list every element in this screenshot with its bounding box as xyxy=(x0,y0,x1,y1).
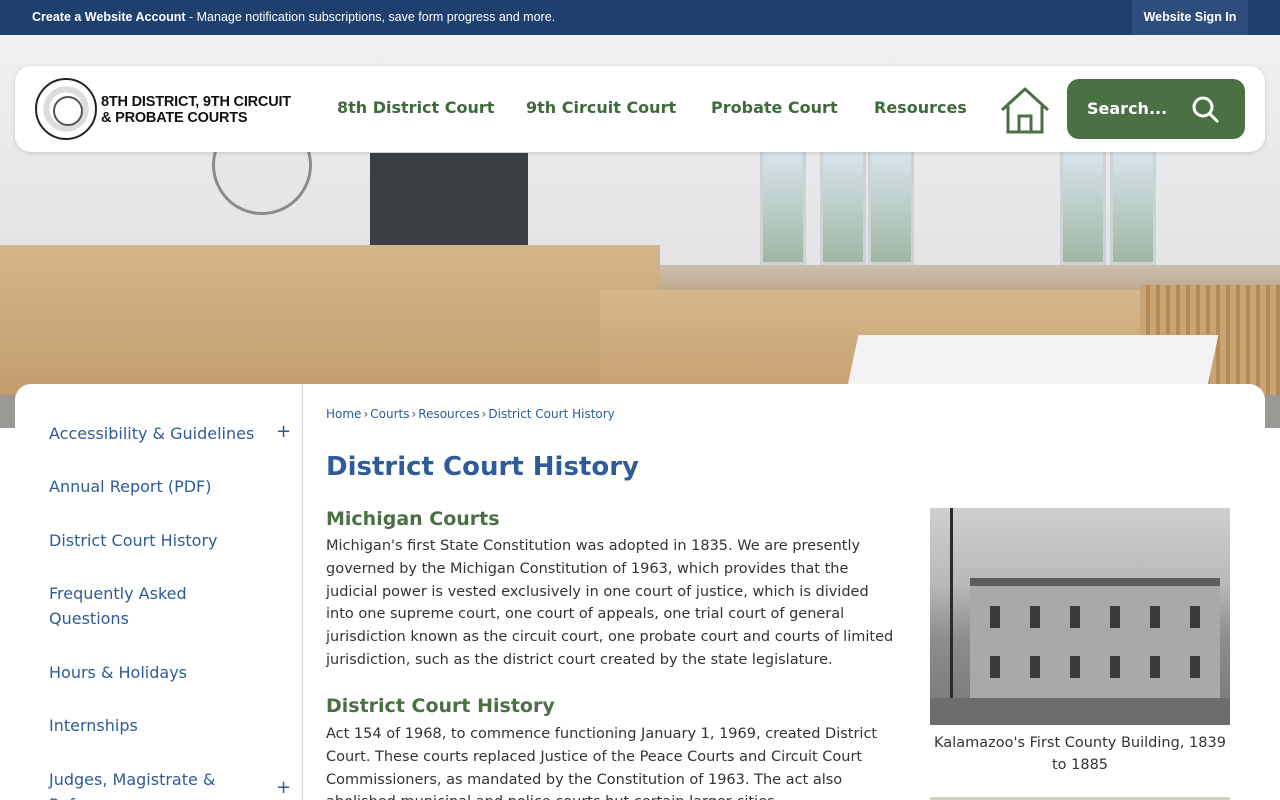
hero-window xyxy=(868,145,914,265)
first-county-building-photo xyxy=(930,508,1230,725)
create-account-description: - Manage notification subscriptions, sav… xyxy=(185,10,556,24)
top-notification-bar: Create a Website Account - Manage notifi… xyxy=(0,0,1280,35)
hero-window xyxy=(1060,145,1106,265)
search-label: Search... xyxy=(1087,99,1168,118)
breadcrumb-home[interactable]: Home xyxy=(326,407,361,421)
photo-window xyxy=(1070,656,1080,678)
sidebar-item-annual-report[interactable]: Annual Report (PDF) xyxy=(49,474,259,499)
search-icon xyxy=(1192,96,1219,123)
site-header: 8TH DISTRICT, 9TH CIRCUIT & PROBATE COUR… xyxy=(15,66,1265,152)
expand-judges-icon[interactable]: + xyxy=(276,777,291,798)
hero-window xyxy=(820,145,866,265)
home-icon[interactable] xyxy=(999,86,1051,134)
breadcrumb-resources[interactable]: Resources xyxy=(418,407,479,421)
sidebar-item-faq[interactable]: Frequently Asked Questions xyxy=(49,581,249,631)
page-title: District Court History xyxy=(326,452,639,482)
photo-caption: Kalamazoo's First County Building, 1839 … xyxy=(934,735,1226,773)
section-body-michigan-courts: Michigan's first State Constitution was … xyxy=(326,538,894,668)
nav-8th-district-court[interactable]: 8th District Court xyxy=(337,98,494,117)
breadcrumb-separator: › xyxy=(411,407,417,421)
photo-window xyxy=(1110,606,1120,628)
site-logo-text[interactable]: 8TH DISTRICT, 9TH CIRCUIT & PROBATE COUR… xyxy=(101,94,311,126)
photo-window xyxy=(1190,656,1200,678)
photo-window xyxy=(1150,606,1160,628)
nav-9th-circuit-court[interactable]: 9th Circuit Court xyxy=(526,98,676,117)
expand-accessibility-icon[interactable]: + xyxy=(276,421,291,442)
photo-ground xyxy=(930,698,1230,725)
sidebar-nav: Accessibility & Guidelines + Annual Repo… xyxy=(15,384,303,800)
section-heading-district-court-history: District Court History xyxy=(326,695,555,717)
sidebar-item-district-court-history[interactable]: District Court History xyxy=(49,528,259,553)
website-sign-in-button[interactable]: Website Sign In xyxy=(1132,0,1248,35)
hero-monitor xyxy=(370,153,528,245)
hero-window xyxy=(1110,145,1156,265)
nav-resources[interactable]: Resources xyxy=(874,98,967,117)
section-heading-michigan-courts: Michigan Courts xyxy=(326,508,500,530)
logo-line-2: & PROBATE COURTS xyxy=(101,109,248,126)
search-button[interactable]: Search... xyxy=(1067,79,1245,139)
main-content-card: Accessibility & Guidelines + Annual Repo… xyxy=(15,384,1265,800)
photo-tree xyxy=(950,508,1040,725)
breadcrumb: Home › Courts › Resources › District Court His… xyxy=(326,407,615,421)
section-body-district-court-history: Act 154 of 1968, to commence functioning… xyxy=(326,726,878,800)
sidebar-item-accessibility-guidelines[interactable]: Accessibility & Guidelines xyxy=(49,421,259,446)
breadcrumb-current[interactable]: District Court History xyxy=(488,407,614,421)
breadcrumb-separator: › xyxy=(363,407,369,421)
photo-window xyxy=(1190,606,1200,628)
create-account-link[interactable]: Create a Website Account - Manage notifi… xyxy=(32,10,555,24)
breadcrumb-separator: › xyxy=(481,407,487,421)
photo-window xyxy=(1150,656,1160,678)
photo-window xyxy=(1110,656,1120,678)
create-account-label: Create a Website Account xyxy=(32,10,186,24)
sidebar-item-hours-holidays[interactable]: Hours & Holidays xyxy=(49,660,259,685)
sidebar-item-judges-magistrate-referees[interactable]: Judges, Magistrate & Referees xyxy=(49,767,249,800)
photo-window xyxy=(1070,606,1080,628)
nav-probate-court[interactable]: Probate Court xyxy=(711,98,838,117)
sidebar-item-internships[interactable]: Internships xyxy=(49,713,259,738)
court-seal-logo[interactable] xyxy=(35,78,97,140)
logo-line-1: 8TH DISTRICT, 9TH CIRCUIT xyxy=(101,94,291,110)
hero-window xyxy=(760,145,806,265)
breadcrumb-courts[interactable]: Courts xyxy=(370,407,409,421)
